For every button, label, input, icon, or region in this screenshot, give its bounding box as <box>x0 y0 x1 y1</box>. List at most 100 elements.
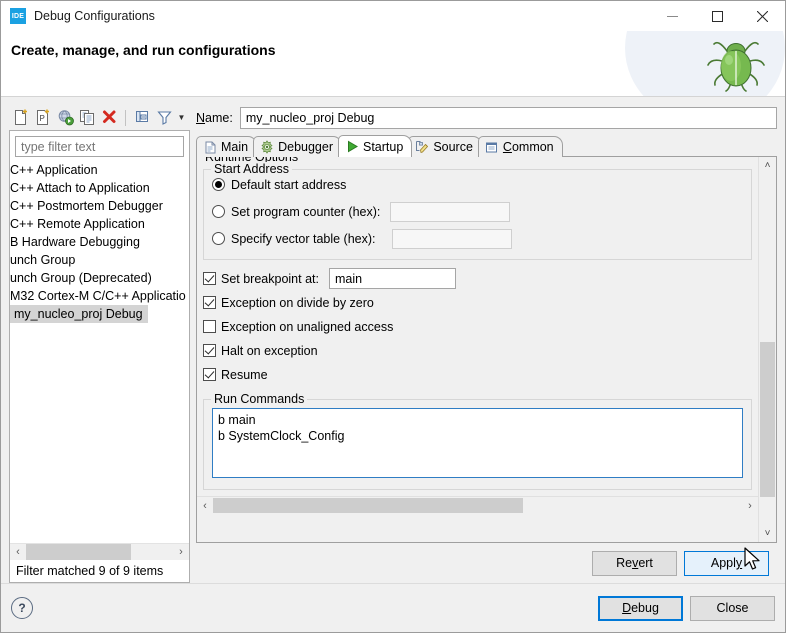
filter-icon[interactable] <box>154 108 174 128</box>
list-item[interactable]: unch Group <box>10 251 189 269</box>
scroll-left-icon[interactable]: ‹ <box>10 544 26 560</box>
program-counter-hex-input[interactable] <box>390 201 511 222</box>
minimize-button[interactable] <box>650 1 695 31</box>
tab-label: Debugger <box>278 140 333 154</box>
checkbox-label: Exception on divide by zero <box>221 295 374 310</box>
view-menu-chevron-icon[interactable]: ▼ <box>176 108 187 128</box>
close-icon <box>757 10 768 22</box>
configurations-toolbar: P ▼ <box>9 105 190 130</box>
configurations-list[interactable]: C++ Application C++ Attach to Applicatio… <box>10 160 189 543</box>
name-row: Name: <box>196 105 777 131</box>
filter-wrapper <box>10 131 189 160</box>
name-input[interactable] <box>239 107 777 129</box>
list-item[interactable]: C++ Attach to Application <box>10 179 189 197</box>
scroll-right-icon[interactable]: › <box>173 544 189 560</box>
check-row-resume[interactable]: Resume <box>203 364 752 385</box>
vector-table-hex-input[interactable] <box>391 228 512 249</box>
duplicate-icon[interactable] <box>77 108 97 128</box>
list-item-label: my_nucleo_proj Debug <box>10 305 148 323</box>
tab-label: Source <box>433 140 473 154</box>
common-list-icon <box>485 140 499 154</box>
checkbox-label: Set breakpoint at: <box>221 271 319 286</box>
list-horizontal-scrollbar[interactable]: ‹ › <box>10 543 189 560</box>
scroll-track[interactable] <box>213 497 742 514</box>
maximize-icon <box>712 10 723 22</box>
new-prototype-icon[interactable]: P <box>33 108 53 128</box>
start-address-legend: Start Address <box>211 162 293 176</box>
content-horizontal-scrollbar[interactable]: ‹ › <box>197 496 758 514</box>
radio-set-program-counter[interactable] <box>212 205 225 218</box>
list-item-label: unch Group <box>10 253 76 267</box>
delete-icon[interactable] <box>99 108 119 128</box>
scroll-up-icon[interactable]: ˄ <box>759 157 776 174</box>
maximize-button[interactable] <box>695 1 740 31</box>
check-row-set-breakpoint[interactable]: Set breakpoint at: <box>203 268 752 289</box>
checkbox-label: Resume <box>221 367 268 382</box>
list-item-selected[interactable]: my_nucleo_proj Debug <box>10 305 189 323</box>
filter-input[interactable] <box>15 136 184 157</box>
debug-button[interactable]: Debug <box>598 595 683 621</box>
title-bar: IDE Debug Configurations <box>1 1 785 31</box>
scroll-thumb[interactable] <box>213 497 523 513</box>
scroll-track[interactable] <box>26 544 173 560</box>
tab-debugger[interactable]: Debugger <box>253 136 342 157</box>
tab-source[interactable]: Source <box>408 136 482 157</box>
list-item[interactable]: unch Group (Deprecated) <box>10 269 189 287</box>
scroll-thumb[interactable] <box>26 544 131 560</box>
list-item[interactable]: M32 Cortex-M C/C++ Applicatio <box>10 287 189 305</box>
tab-common[interactable]: Common <box>477 136 563 157</box>
content-vertical-scrollbar[interactable]: ˄ ˅ <box>758 157 776 542</box>
tab-main[interactable]: Main <box>196 136 258 157</box>
scroll-thumb[interactable] <box>760 342 775 497</box>
page-title: Create, manage, and run configurations <box>11 42 276 58</box>
export-icon[interactable] <box>55 108 75 128</box>
checkbox-exception-on-unaligned-access[interactable] <box>203 320 216 333</box>
revert-button[interactable]: Re v ert <box>592 550 677 576</box>
close-window-button[interactable] <box>740 1 785 31</box>
list-item-label: C++ Postmortem Debugger <box>10 199 163 213</box>
list-item[interactable]: C++ Remote Application <box>10 215 189 233</box>
checkbox-resume[interactable] <box>203 368 216 381</box>
name-label: Name: <box>196 111 233 125</box>
checkbox-exception-on-divide-by-zero[interactable] <box>203 296 216 309</box>
list-item-label: C++ Application <box>10 163 98 177</box>
apply-button[interactable]: Appl y <box>684 550 769 576</box>
new-launch-configuration-icon[interactable] <box>11 108 31 128</box>
toolbar-separator <box>125 109 126 126</box>
filter-status-text: Filter matched 9 of 9 items <box>10 560 189 582</box>
check-row-halt-on-exception[interactable]: Halt on exception <box>203 340 752 361</box>
svg-text:P: P <box>39 114 44 123</box>
tab-startup[interactable]: Startup <box>338 135 413 157</box>
radio-default-start-address[interactable] <box>212 178 225 191</box>
run-commands-group: Run Commands b main b SystemClock_Config <box>203 392 752 490</box>
run-commands-textarea[interactable]: b main b SystemClock_Config <box>212 408 743 478</box>
checkbox-halt-on-exception[interactable] <box>203 344 216 357</box>
collapse-all-icon[interactable] <box>132 108 152 128</box>
startup-tab-panel: Runtime Options Start Address Default st… <box>196 156 777 543</box>
radio-specify-vector-table[interactable] <box>212 232 225 245</box>
check-row-exception-unaligned-access[interactable]: Exception on unaligned access <box>203 316 752 337</box>
list-item[interactable]: C++ Postmortem Debugger <box>10 197 189 215</box>
list-item[interactable]: B Hardware Debugging <box>10 233 189 251</box>
close-button[interactable]: Close <box>690 595 775 621</box>
scroll-down-icon[interactable]: ˅ <box>759 525 776 542</box>
list-item-label: C++ Attach to Application <box>10 181 150 195</box>
checkbox-set-breakpoint-at[interactable] <box>203 272 216 285</box>
list-item[interactable]: C++ Application <box>10 161 189 179</box>
radio-label: Specify vector table (hex): <box>231 231 376 246</box>
scroll-right-icon[interactable]: › <box>742 498 758 514</box>
check-row-exception-divide-by-zero[interactable]: Exception on divide by zero <box>203 292 752 313</box>
scroll-left-icon[interactable]: ‹ <box>197 498 213 514</box>
list-item-label: C++ Remote Application <box>10 217 145 231</box>
header-banner: Create, manage, and run configurations <box>1 31 785 97</box>
radio-label: Default start address <box>231 177 347 192</box>
radio-row-specify-vector-table[interactable]: Specify vector table (hex): <box>212 226 743 251</box>
tab-bar: Main Debugger Startup Source Common <box>196 135 777 157</box>
breakpoint-symbol-input[interactable] <box>328 268 456 289</box>
scroll-track[interactable] <box>759 174 776 525</box>
help-icon[interactable]: ? <box>11 597 33 619</box>
dialog-body: P ▼ type filter text C++ Application C++… <box>1 97 785 583</box>
radio-row-set-program-counter[interactable]: Set program counter (hex): <box>212 199 743 224</box>
tab-label: Startup <box>363 139 404 154</box>
tab-label: Main <box>221 140 249 154</box>
